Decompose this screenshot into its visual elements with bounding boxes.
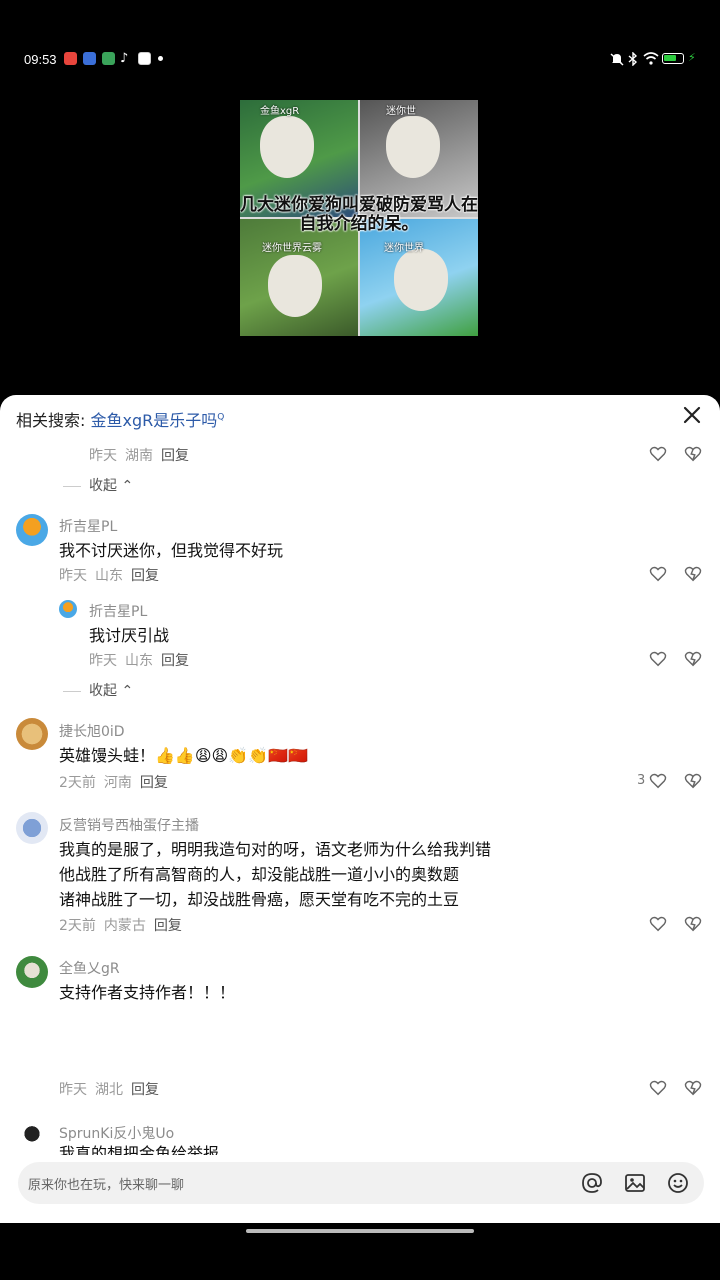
comment-text: 英雄馒头蛙！👍👍😩😩👏👏🇨🇳🇨🇳 (59, 746, 308, 765)
close-icon[interactable] (680, 403, 704, 427)
comment-input-placeholder: 原来你也在玩，快来聊一聊 (28, 1178, 185, 1193)
comment-meta: 昨天 湖北 回复 (59, 1079, 159, 1099)
comment-time: 昨天 (89, 448, 117, 464)
comment-location: 山东 (125, 653, 153, 669)
comment-meta: 2天前 内蒙古 回复 (59, 915, 182, 935)
chevron-up-icon: ⌃ (121, 683, 134, 699)
avatar[interactable] (16, 514, 48, 546)
meme-panel: 迷你世界 (360, 219, 478, 336)
home-indicator[interactable] (246, 1229, 474, 1233)
comment-time: 2天前 (59, 918, 96, 934)
dislike-icon[interactable] (684, 915, 702, 933)
chevron-up-icon: ⌃ (121, 478, 134, 494)
reply-button[interactable]: 回复 (131, 1082, 159, 1098)
panel-label: 迷你世界 (384, 243, 424, 254)
comment-location: 内蒙古 (103, 918, 146, 934)
like-icon[interactable] (649, 1079, 667, 1097)
mute-icon (610, 53, 624, 66)
like-icon[interactable] (649, 445, 667, 463)
comment-location: 湖南 (125, 448, 153, 464)
related-search-prefix: 相关搜索: (16, 411, 86, 430)
app-green-icon (102, 52, 115, 65)
dislike-icon[interactable] (684, 1079, 702, 1097)
avatar[interactable] (16, 1121, 48, 1153)
comment-time: 2天前 (59, 775, 96, 791)
dislike-icon[interactable] (684, 445, 702, 463)
meme-panel: 迷你世界云雾 (240, 219, 358, 336)
app-doc-icon (138, 52, 151, 65)
reply-button[interactable]: 回复 (140, 775, 168, 791)
panel-label: 迷你世 (386, 106, 416, 117)
avatar[interactable] (16, 718, 48, 750)
video-frame[interactable]: 金鱼xgR 迷你世 迷你世界云雾 迷你世界 几大迷你爱狗叫爱破防爱骂人在自我介绍… (240, 100, 478, 336)
username[interactable]: 折吉星PL (89, 601, 147, 621)
comment-location: 山东 (95, 568, 123, 584)
dislike-icon[interactable] (684, 650, 702, 668)
like-icon[interactable] (649, 772, 667, 790)
meme-face (386, 116, 440, 178)
app-blue-icon (83, 52, 96, 65)
comment-text: 我真的想把金鱼给举报 (59, 1144, 220, 1155)
comment-meta: 2天前 河南 回复 (59, 772, 168, 792)
related-search[interactable]: 相关搜索: 金鱼xgR是乐子吗Q (16, 407, 224, 431)
image-icon[interactable] (623, 1171, 647, 1195)
reply-button[interactable]: 回复 (131, 568, 159, 584)
dislike-icon[interactable] (684, 772, 702, 790)
comment-time: 昨天 (59, 568, 87, 584)
battery-icon (662, 53, 684, 64)
comment-meta: 昨天 山东 回复 (59, 565, 159, 585)
collapse-label: 收起 (89, 683, 117, 699)
comment-text: 我讨厌引战 (89, 626, 170, 645)
reply-button[interactable]: 回复 (161, 653, 189, 669)
wifi-icon (643, 52, 659, 65)
avatar[interactable] (16, 812, 48, 844)
bluetooth-icon (628, 52, 638, 66)
emoji-icon[interactable] (666, 1171, 690, 1195)
collapse-replies[interactable]: 收起 ⌃ (63, 475, 133, 495)
username[interactable]: 反营销号西柚蛋仔主播 (59, 815, 199, 835)
at-icon[interactable] (580, 1171, 604, 1195)
more-notifications-dot (158, 56, 163, 61)
comment-meta: 昨天 湖南 回复 (89, 445, 189, 465)
comment-text: 我不讨厌迷你，但我觉得不好玩 (59, 541, 284, 560)
comment-text: 支持作者支持作者！！！ (59, 983, 236, 1002)
comment-time: 昨天 (89, 653, 117, 669)
like-icon[interactable] (649, 915, 667, 933)
meme-face (260, 116, 314, 178)
comment-location: 河南 (103, 775, 132, 791)
video-caption: 几大迷你爱狗叫爱破防爱骂人在自我介绍的呆。 (240, 195, 478, 234)
comment-time: 昨天 (59, 1082, 87, 1098)
panel-label: 迷你世界云雾 (262, 243, 322, 254)
comment-sheet: 相关搜索: 金鱼xgR是乐子吗Q 昨天 湖南 回复 收起 ⌃ 折吉星PL 我不讨厌迷… (0, 395, 720, 1223)
search-mark: Q (217, 412, 225, 423)
clock: 09:53 (24, 52, 57, 67)
comment-location: 湖北 (95, 1082, 123, 1098)
like-count: 3 (637, 773, 646, 788)
tiktok-icon: ♪ (120, 51, 129, 66)
dislike-icon[interactable] (684, 565, 702, 583)
collapse-label: 收起 (89, 478, 117, 494)
like-icon[interactable] (649, 650, 667, 668)
comment-meta: 昨天 山东 回复 (89, 650, 189, 670)
username[interactable]: SprunKi反小鬼Uo (59, 1123, 174, 1143)
comment-text: 我真的是服了，明明我造句对的呀，语文老师为什么给我判错 他战胜了所有高智商的人，… (59, 840, 492, 909)
reply-button[interactable]: 回复 (161, 448, 189, 464)
collapse-replies[interactable]: 收起 ⌃ (63, 680, 133, 700)
panel-label: 金鱼xgR (260, 106, 300, 117)
username[interactable]: 折吉星PL (59, 516, 117, 536)
meme-face (394, 249, 448, 311)
username[interactable]: 捷长旭0iD (59, 721, 125, 741)
meme-face (268, 255, 322, 317)
avatar[interactable] (16, 956, 48, 988)
like-icon[interactable] (649, 565, 667, 583)
avatar[interactable] (59, 600, 77, 618)
related-search-query[interactable]: 金鱼xgR是乐子吗 (91, 411, 218, 430)
app-red-icon (64, 52, 77, 65)
reply-button[interactable]: 回复 (154, 918, 182, 934)
comment-input[interactable]: 原来你也在玩，快来聊一聊 (18, 1162, 704, 1204)
username[interactable]: 全鱼乂gR (59, 958, 120, 978)
charging-icon: ⚡ (688, 51, 696, 64)
